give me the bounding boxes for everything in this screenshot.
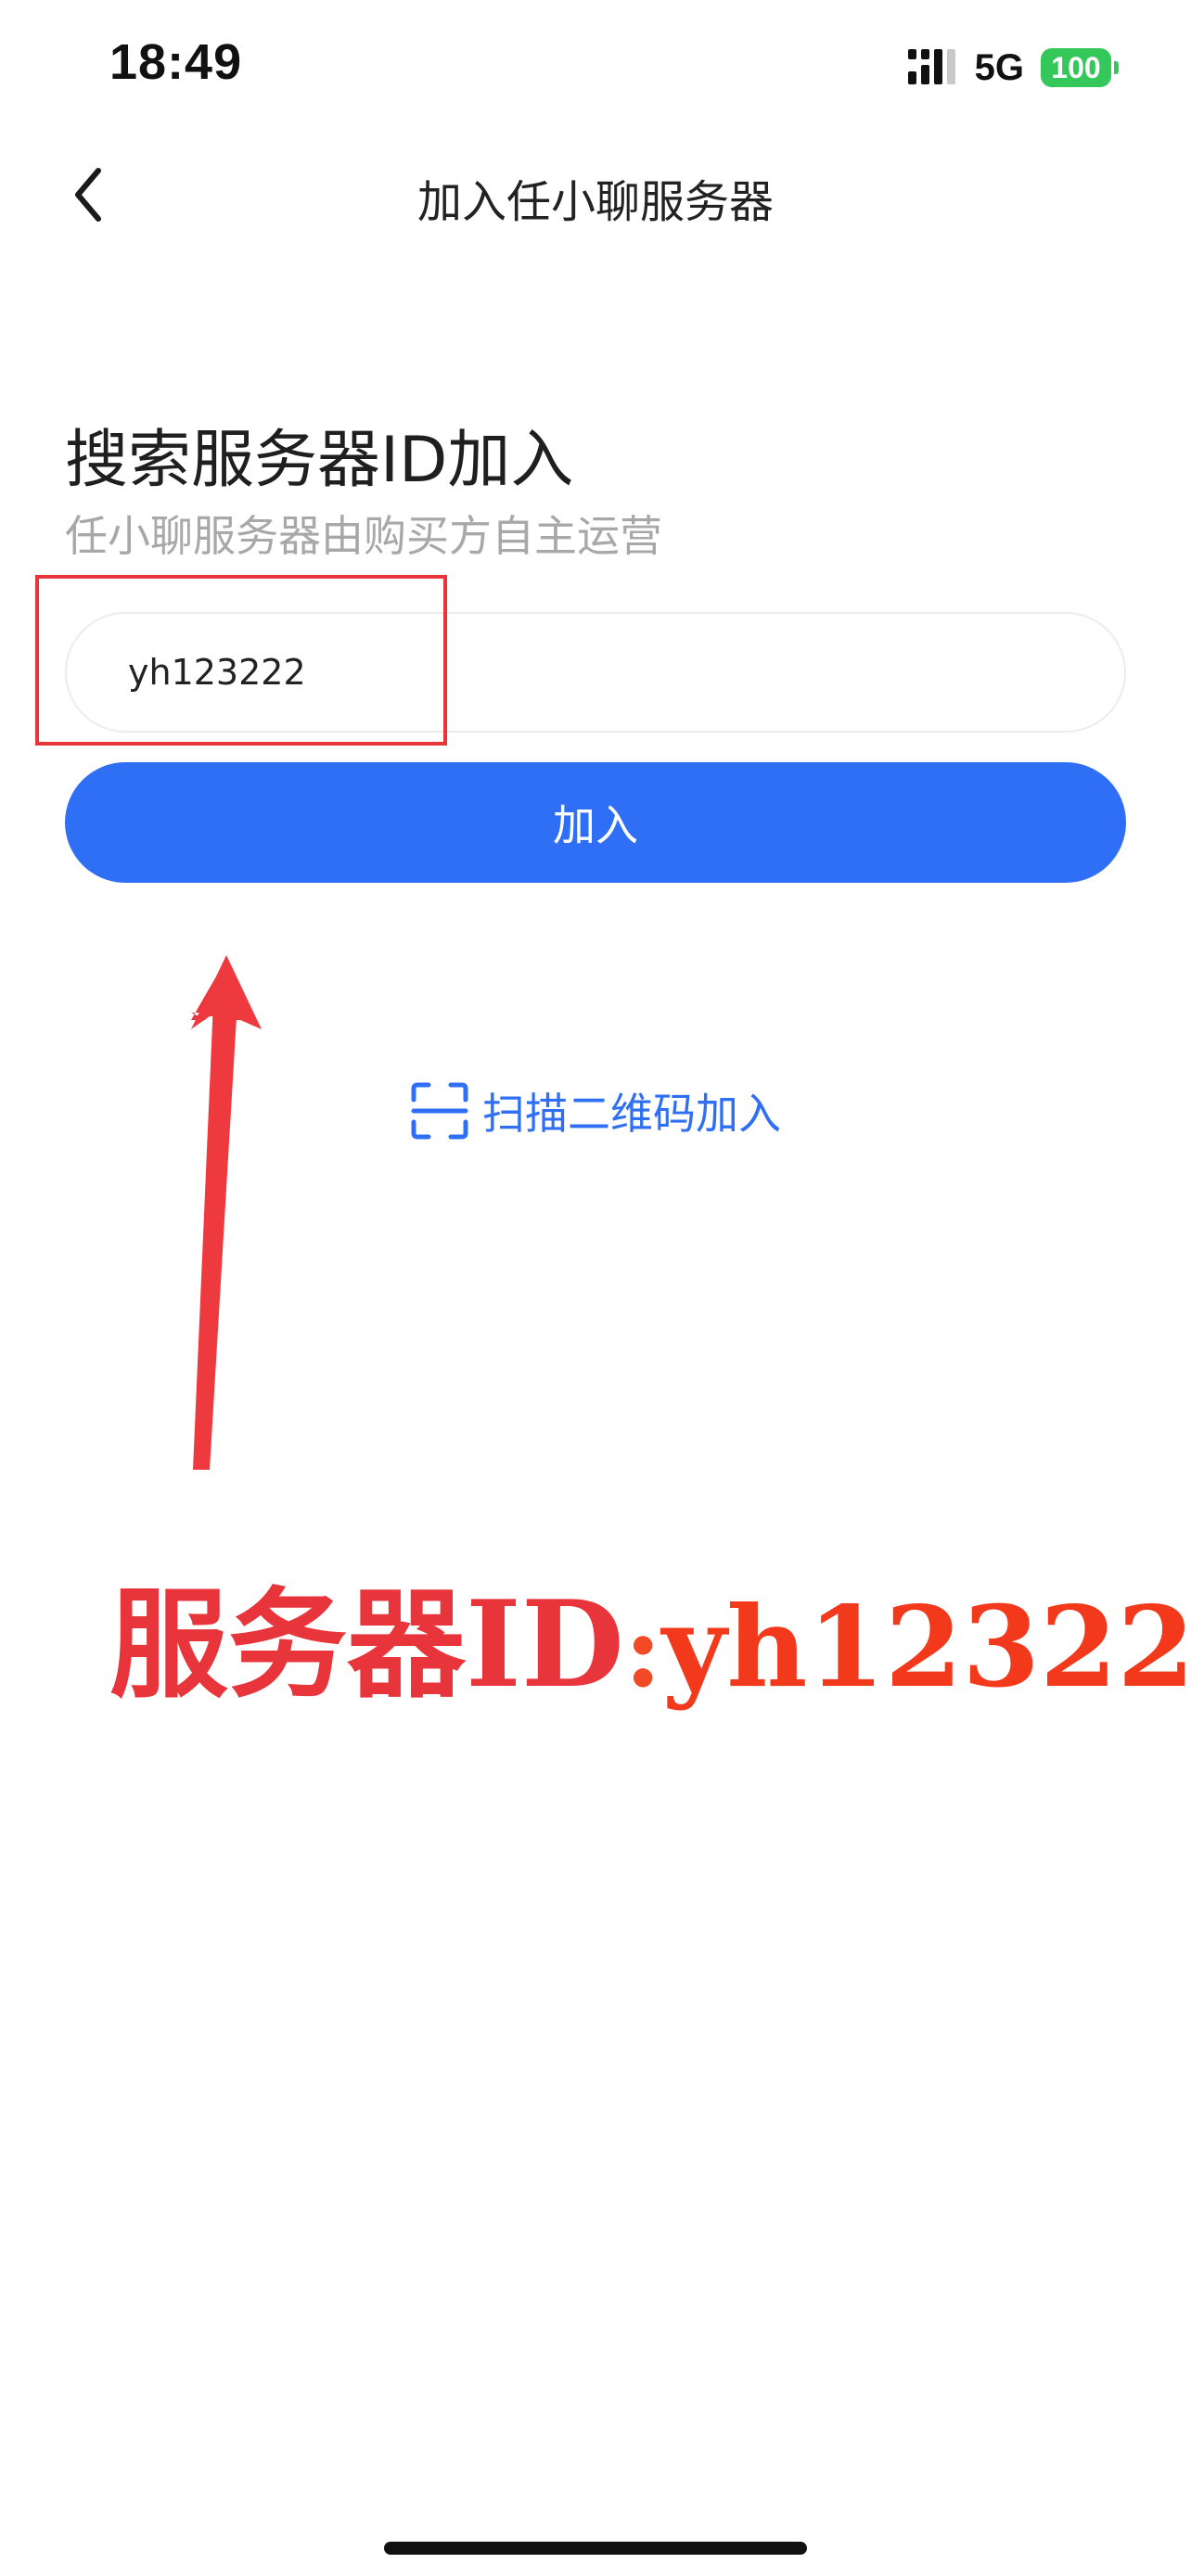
signal-strength-icon <box>907 49 958 86</box>
arrow-tip <box>191 955 262 1029</box>
arrow-head <box>191 959 254 1020</box>
annotation-server-id: 服务器ID:yh123222 <box>109 1586 1191 1704</box>
scan-qr-join-link[interactable]: 扫描二维码加入 <box>410 1081 781 1141</box>
qr-scan-icon <box>410 1081 469 1141</box>
status-bar: 18:49 5G 100 <box>0 0 1191 130</box>
page-title: 加入任小聊服务器 <box>416 176 774 228</box>
battery-tip <box>1114 61 1119 74</box>
server-id-input[interactable] <box>65 612 1126 733</box>
join-button[interactable]: 加入 <box>65 762 1126 883</box>
battery-icon: 100 <box>1041 48 1119 87</box>
home-indicator[interactable] <box>384 2542 807 2555</box>
search-subheading: 任小聊服务器由购买方自主运营 <box>65 511 662 561</box>
annotation-colon: : <box>623 1590 662 1710</box>
status-time: 18:49 <box>109 34 243 90</box>
arrow-shaft <box>193 1001 237 1470</box>
network-type: 5G <box>974 46 1024 88</box>
scan-qr-label: 扫描二维码加入 <box>482 1089 781 1139</box>
battery-level: 100 <box>1041 48 1111 87</box>
annotation-value: yh123222 <box>661 1582 1191 1713</box>
annotation-label: 服务器ID <box>109 1575 624 1715</box>
app-screen: 18:49 5G 100 加入任小聊服务器 搜索服务器ID加入 任小聊服务器由购… <box>0 0 1191 2576</box>
search-heading: 搜索服务器ID加入 <box>65 424 574 497</box>
status-indicators: 5G 100 <box>907 45 1119 91</box>
